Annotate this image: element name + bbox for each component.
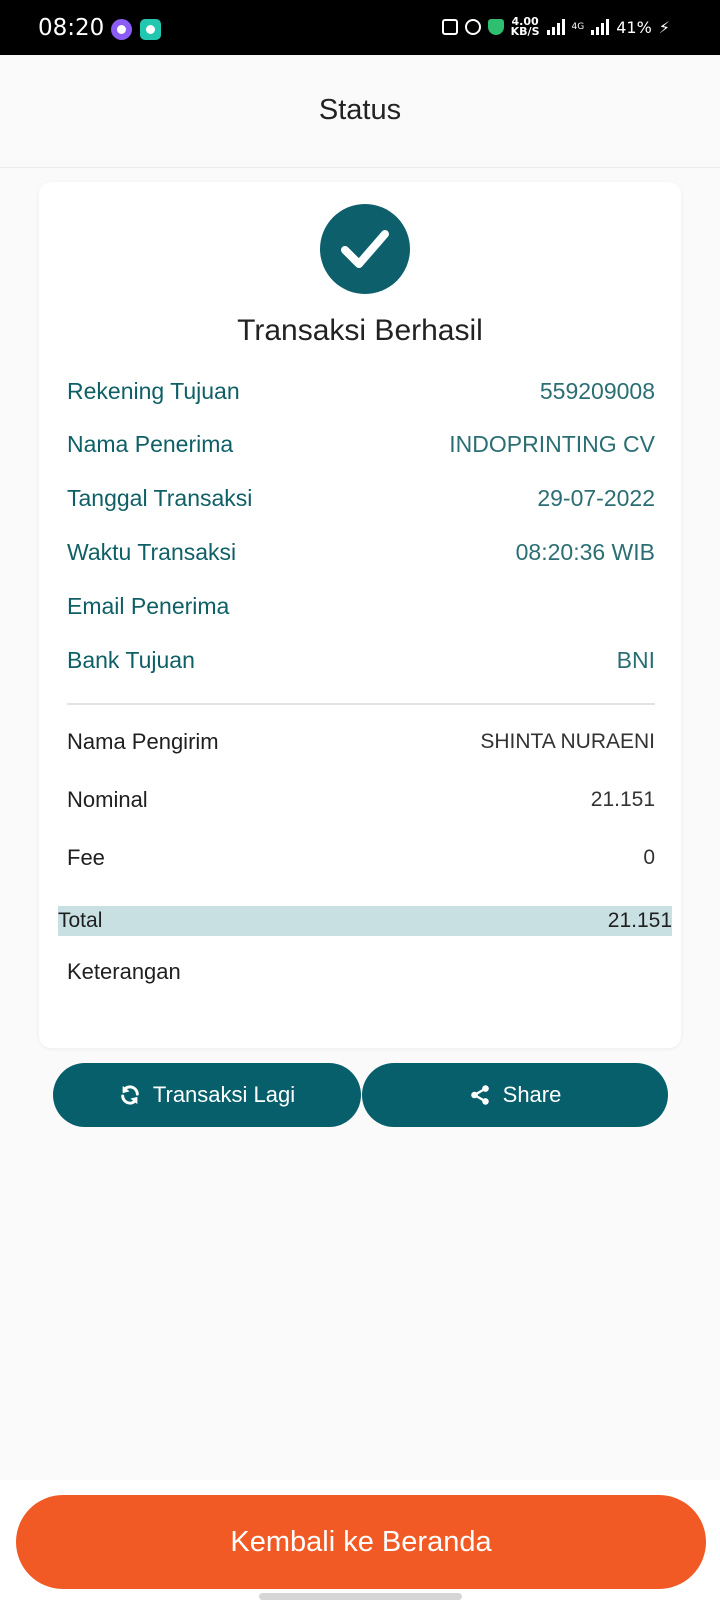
row-value: 29-07-2022 bbox=[537, 484, 655, 511]
header: Status bbox=[0, 55, 720, 168]
vibrate-icon bbox=[441, 19, 458, 35]
row-label: Nominal bbox=[67, 787, 148, 812]
status-bar: 08:20 4.00 KB/S 4G 41% ⚡ bbox=[0, 0, 720, 55]
transaction-again-button[interactable]: Transaksi Lagi bbox=[53, 1063, 361, 1127]
home-indicator[interactable] bbox=[259, 1593, 462, 1600]
row-value: 0 bbox=[643, 846, 655, 869]
row-value: 559209008 bbox=[539, 377, 655, 404]
alarm-icon bbox=[464, 19, 481, 35]
total-row: Total 21.151 bbox=[58, 906, 672, 936]
row-label: Email Penerima bbox=[67, 592, 230, 619]
status-icons: 4.00 KB/S 4G 41% ⚡ bbox=[441, 16, 670, 38]
divider bbox=[67, 703, 655, 705]
row-label: Nama Penerima bbox=[67, 430, 234, 457]
row-label: Bank Tujuan bbox=[67, 646, 195, 673]
app-notification-icon bbox=[111, 19, 132, 40]
share-label: Share bbox=[502, 1082, 562, 1107]
row-value: BNI bbox=[616, 646, 655, 673]
row-value: 21.151 bbox=[590, 788, 655, 811]
detail-row-destination-bank: Bank Tujuan BNI bbox=[67, 640, 655, 680]
result-title: Transaksi Berhasil bbox=[237, 314, 483, 347]
detail-row-transaction-date: Tanggal Transaksi 29-07-2022 bbox=[67, 478, 655, 518]
chat-app-notification-icon bbox=[140, 19, 161, 40]
network-speed: 4.00 KB/S bbox=[510, 16, 540, 38]
row-label: Keterangan bbox=[67, 959, 181, 984]
transaction-card: Transaksi Berhasil Rekening Tujuan 55920… bbox=[39, 182, 681, 1048]
detail-row-sender-name: Nama Pengirim SHINTA NURAENI bbox=[67, 722, 655, 762]
row-label: Tanggal Transaksi bbox=[67, 484, 253, 511]
row-label: Waktu Transaksi bbox=[67, 538, 237, 565]
share-button[interactable]: Share bbox=[362, 1063, 668, 1127]
detail-row-recipient-email: Email Penerima bbox=[67, 586, 655, 626]
refresh-icon bbox=[121, 1085, 139, 1105]
detail-row-fee: Fee 0 bbox=[67, 838, 655, 878]
check-circle-icon bbox=[320, 204, 410, 294]
network-type: 4G bbox=[571, 22, 585, 32]
detail-row-amount: Nominal 21.151 bbox=[67, 780, 655, 820]
back-to-home-label: Kembali ke Beranda bbox=[230, 1525, 492, 1558]
back-to-home-button[interactable]: Kembali ke Beranda bbox=[16, 1495, 706, 1589]
row-label: Fee bbox=[67, 845, 105, 870]
shield-icon bbox=[487, 19, 504, 35]
signal-icon bbox=[546, 19, 565, 35]
signal-icon-2 bbox=[591, 19, 610, 35]
detail-row-note: Keterangan bbox=[67, 952, 655, 992]
battery-level: 41% bbox=[616, 17, 652, 37]
row-value: SHINTA NURAENI bbox=[480, 730, 655, 753]
row-value: 08:20:36 WIB bbox=[515, 538, 655, 565]
total-value: 21.151 bbox=[607, 909, 672, 932]
detail-row-transaction-time: Waktu Transaksi 08:20:36 WIB bbox=[67, 532, 655, 572]
clock: 08:20 bbox=[38, 15, 105, 41]
share-icon bbox=[470, 1085, 489, 1105]
detail-row-destination-account: Rekening Tujuan 559209008 bbox=[67, 371, 655, 411]
row-value: INDOPRINTING CV bbox=[449, 430, 655, 457]
detail-row-recipient-name: Nama Penerima INDOPRINTING CV bbox=[67, 424, 655, 464]
charging-icon: ⚡ bbox=[658, 17, 670, 37]
page-title: Status bbox=[318, 94, 402, 126]
total-label: Total bbox=[58, 909, 103, 932]
row-label: Rekening Tujuan bbox=[67, 377, 240, 404]
row-label: Nama Pengirim bbox=[67, 729, 219, 754]
network-speed-unit: KB/S bbox=[510, 25, 540, 38]
transaction-again-label: Transaksi Lagi bbox=[152, 1082, 296, 1107]
